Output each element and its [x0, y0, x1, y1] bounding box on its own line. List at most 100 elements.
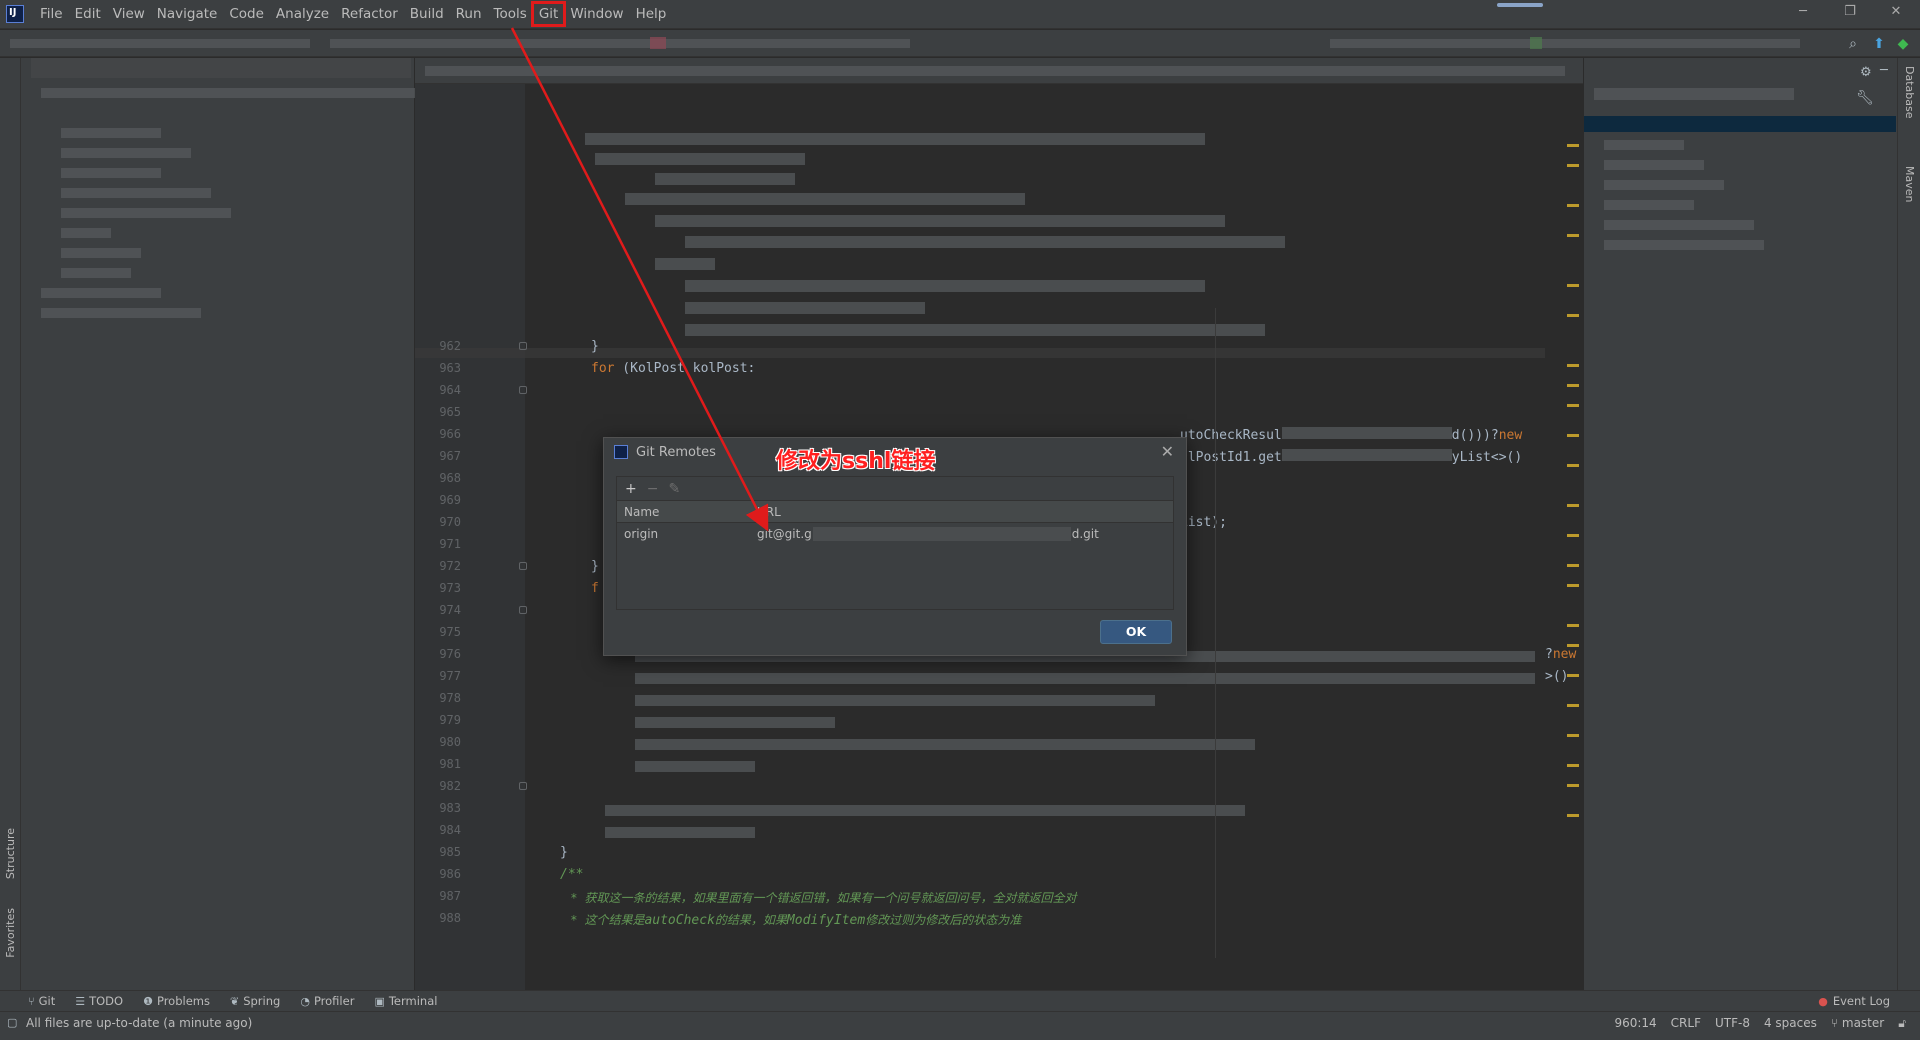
warning-marker[interactable] — [1567, 404, 1579, 407]
database-tool-button[interactable]: Database — [1903, 66, 1916, 119]
warning-marker[interactable] — [1567, 584, 1579, 587]
menu-tools[interactable]: Tools — [488, 3, 533, 25]
menu-analyze[interactable]: Analyze — [270, 3, 335, 25]
warning-marker[interactable] — [1567, 234, 1579, 237]
profiler-tool-button[interactable]: ◔ Profiler — [300, 994, 354, 1008]
code-token: new — [1552, 647, 1577, 662]
warning-marker[interactable] — [1567, 704, 1579, 707]
warning-marker[interactable] — [1567, 734, 1579, 737]
fold-marker-icon[interactable] — [519, 782, 527, 790]
caret-position[interactable]: 960:14 — [1614, 1016, 1656, 1031]
right-tool-stripe: Database Maven — [1897, 58, 1920, 990]
line-separator[interactable]: CRLF — [1671, 1016, 1701, 1031]
git-branch[interactable]: ⑂ master — [1831, 1016, 1884, 1031]
warning-marker[interactable] — [1567, 534, 1579, 537]
code-token: d()))? — [1451, 428, 1499, 443]
code-line: } — [591, 559, 599, 574]
close-window-button[interactable]: ✕ — [1876, 4, 1916, 24]
warning-marker[interactable] — [1567, 764, 1579, 767]
warning-marker[interactable] — [1567, 464, 1579, 467]
line-number: 973 — [439, 581, 461, 595]
tool-label: Terminal — [388, 994, 438, 1008]
table-header: Name URL — [617, 501, 1173, 523]
warning-marker[interactable] — [1567, 434, 1579, 437]
restore-button[interactable]: ❐ — [1830, 4, 1870, 24]
line-number: 975 — [439, 625, 461, 639]
tool-label: Problems — [156, 994, 210, 1008]
status-bar: ▢ All files are up-to-date (a minute ago… — [0, 1011, 1920, 1040]
code-token: } — [591, 559, 599, 574]
warning-marker[interactable] — [1567, 784, 1579, 787]
warning-marker[interactable] — [1567, 364, 1579, 367]
favorites-tool-button[interactable]: Favorites — [4, 908, 17, 958]
file-encoding[interactable]: UTF-8 — [1715, 1016, 1750, 1031]
code-line: List); — [1180, 515, 1227, 530]
code-token: 的结果，如果 — [714, 913, 787, 927]
menu-window[interactable]: Window — [564, 3, 629, 25]
warning-marker[interactable] — [1567, 384, 1579, 387]
add-remote-button[interactable]: + — [625, 481, 637, 497]
menu-code[interactable]: Code — [223, 3, 270, 25]
remote-url-suffix: d.git — [1071, 526, 1099, 541]
menu-git[interactable]: Git — [530, 1, 567, 27]
warning-marker[interactable] — [1567, 164, 1579, 167]
plugin-icon[interactable]: ◆ — [1894, 35, 1912, 53]
menu-refactor[interactable]: Refactor — [335, 3, 404, 25]
code-token: (KolPost kolPost: — [614, 361, 756, 376]
minimize-button[interactable]: ─ — [1783, 4, 1823, 24]
remove-remote-button[interactable]: − — [647, 481, 659, 497]
update-icon[interactable]: ⬆ — [1870, 35, 1888, 53]
structure-tool-button[interactable]: Structure — [4, 828, 17, 879]
warning-marker[interactable] — [1567, 204, 1579, 207]
warning-marker[interactable] — [1567, 144, 1579, 147]
lock-icon[interactable]: 🔓︎ — [1898, 1016, 1906, 1031]
warning-marker[interactable] — [1567, 674, 1579, 677]
line-number: 988 — [439, 911, 461, 925]
indent-setting[interactable]: 4 spaces — [1764, 1016, 1817, 1031]
menu-navigate[interactable]: Navigate — [151, 3, 224, 25]
todo-tool-button[interactable]: ☰ TODO — [75, 994, 123, 1008]
warning-marker[interactable] — [1567, 624, 1579, 627]
maven-tool-button[interactable]: Maven — [1903, 166, 1916, 202]
warning-marker[interactable] — [1567, 564, 1579, 567]
fold-marker-icon[interactable] — [519, 606, 527, 614]
code-line: f — [591, 581, 599, 596]
menu-view[interactable]: View — [107, 3, 151, 25]
terminal-tool-button[interactable]: ▣ Terminal — [374, 994, 437, 1008]
column-url[interactable]: URL — [757, 505, 781, 519]
line-number: 979 — [439, 713, 461, 727]
menu-file[interactable]: File — [34, 3, 69, 25]
warning-marker[interactable] — [1567, 314, 1579, 317]
table-row[interactable]: origin git@git.g d.git — [617, 523, 1173, 545]
search-icon[interactable]: ⌕ — [1844, 35, 1862, 53]
warning-marker[interactable] — [1567, 504, 1579, 507]
fold-marker-icon[interactable] — [519, 342, 527, 350]
menu-edit[interactable]: Edit — [69, 3, 107, 25]
fold-marker-icon[interactable] — [519, 562, 527, 570]
problems-icon: ❶ — [143, 994, 153, 1008]
spring-tool-button[interactable]: ❦ Spring — [230, 994, 280, 1008]
edit-remote-button[interactable]: ✎ — [668, 481, 680, 497]
warning-marker[interactable] — [1567, 284, 1579, 287]
menu-build[interactable]: Build — [404, 3, 450, 25]
settings-gear-icon[interactable]: ⚙ — [1860, 65, 1872, 80]
fold-marker-icon[interactable] — [519, 386, 527, 394]
table-toolbar: + − ✎ — [617, 477, 1173, 501]
warning-marker[interactable] — [1567, 814, 1579, 817]
profiler-icon: ◔ — [300, 994, 310, 1008]
menu-help[interactable]: Help — [630, 3, 673, 25]
problems-tool-button[interactable]: ❶ Problems — [143, 994, 210, 1008]
git-tool-button[interactable]: ⑂ Git — [28, 994, 55, 1008]
hide-panel-icon[interactable]: ─ — [1880, 63, 1888, 78]
line-number: 969 — [439, 493, 461, 507]
status-toggle-icon[interactable]: ▢ — [7, 1016, 17, 1029]
url-redacted — [812, 527, 1071, 542]
event-log-button[interactable]: ● Event Log — [1818, 994, 1890, 1008]
line-number: 977 — [439, 669, 461, 683]
error-stripe — [1563, 84, 1583, 990]
wrench-icon[interactable]: 🔧︎ — [1856, 90, 1874, 106]
column-name[interactable]: Name — [617, 505, 757, 519]
ok-button[interactable]: OK — [1100, 620, 1172, 644]
dialog-close-button[interactable]: ✕ — [1161, 442, 1174, 461]
menu-run[interactable]: Run — [450, 3, 488, 25]
